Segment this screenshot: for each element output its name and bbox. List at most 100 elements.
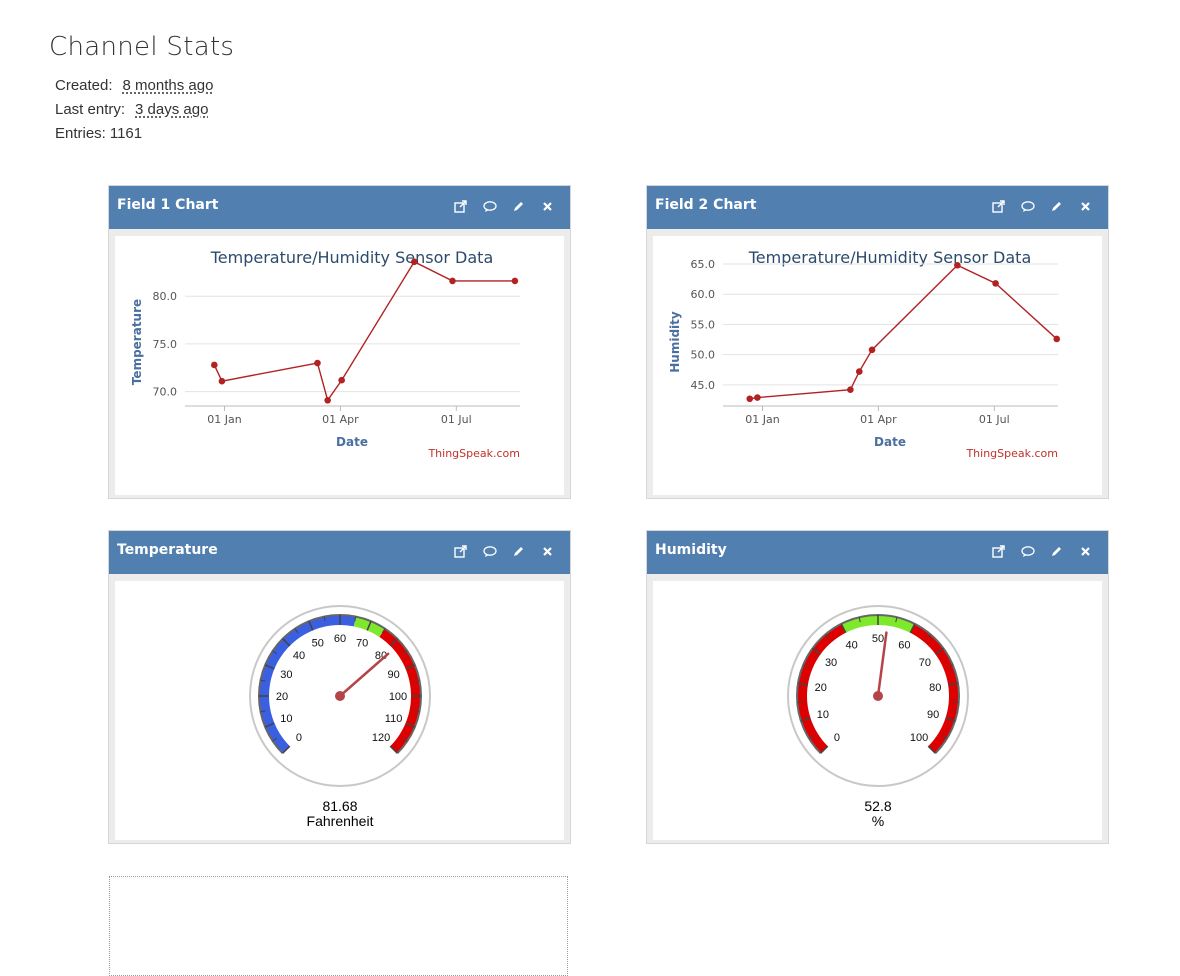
comment-icon[interactable] (481, 543, 498, 560)
data-point[interactable] (954, 262, 961, 269)
created-value: 8 months ago (123, 77, 214, 94)
x-tick-label: 01 Jan (745, 413, 779, 426)
last-entry-stat: Last entry: 3 days ago (55, 101, 208, 118)
close-icon[interactable] (539, 543, 556, 560)
chart-area: Temperature/Humidity Sensor Data70.075.0… (115, 236, 564, 495)
data-point[interactable] (746, 395, 753, 402)
data-point[interactable] (1053, 336, 1060, 343)
gauge-tick-label: 10 (280, 713, 292, 725)
series-line (750, 265, 1057, 399)
gauge-tick-label: 110 (385, 713, 403, 725)
x-tick-label: 01 Apr (860, 413, 897, 426)
last-entry-value: 3 days ago (135, 101, 208, 118)
chart-area: Temperature/Humidity Sensor Data45.050.0… (653, 236, 1102, 495)
close-icon[interactable] (1077, 543, 1094, 560)
data-point[interactable] (449, 278, 456, 285)
widget-title: Temperature (117, 542, 218, 558)
gauge-tick-label: 10 (817, 709, 829, 721)
widget-header: Field 2 Chart (647, 186, 1108, 229)
widget-actions (452, 543, 556, 560)
data-point[interactable] (324, 397, 331, 404)
gauge-tick-label: 0 (834, 732, 840, 744)
gauge-tick-label: 30 (280, 669, 292, 681)
entries-value: 1161 (110, 125, 142, 142)
gauge-tick-label: 120 (372, 732, 390, 744)
y-tick-label: 65.0 (691, 258, 716, 271)
pencil-icon[interactable] (1048, 198, 1065, 215)
data-point[interactable] (869, 347, 876, 354)
gauge-needle-hub (335, 691, 345, 701)
comment-icon[interactable] (1019, 543, 1036, 560)
gauge-tick-label: 100 (910, 732, 928, 744)
x-tick-label: 01 Apr (322, 413, 359, 426)
created-label: Created: (55, 77, 113, 94)
widget-actions (990, 543, 1094, 560)
gauge-tick-label: 0 (296, 732, 302, 744)
x-tick-label: 01 Jan (207, 413, 241, 426)
data-point[interactable] (856, 368, 863, 375)
y-tick-label: 60.0 (691, 288, 716, 301)
gauge-units: Fahrenheit (307, 813, 374, 829)
created-stat: Created: 8 months ago (55, 77, 213, 94)
widget-title: Field 1 Chart (117, 197, 218, 213)
widget-title: Humidity (655, 542, 727, 558)
field2-chart-widget: Field 2 Chart Temperature/Humidity Senso… (646, 185, 1109, 499)
gauge-needle-hub (873, 691, 883, 701)
temperature-gauge: 010203040506070809010011012081.68Fahrenh… (115, 581, 564, 840)
field1-line-chart: Temperature/Humidity Sensor Data70.075.0… (115, 236, 564, 495)
gauge-tick-label: 50 (872, 633, 884, 645)
external-link-icon[interactable] (990, 198, 1007, 215)
gauge-tick-label: 20 (815, 682, 827, 694)
y-axis-label: Temperature (130, 299, 144, 385)
data-point[interactable] (992, 280, 999, 287)
gauge-tick-label: 50 (312, 637, 324, 649)
close-icon[interactable] (1077, 198, 1094, 215)
data-point[interactable] (314, 360, 321, 367)
widget-actions (452, 198, 556, 215)
entries-stat: Entries:1161 (55, 125, 142, 142)
data-point[interactable] (338, 377, 345, 384)
empty-widget-slot (109, 876, 568, 976)
widget-header: Humidity (647, 531, 1108, 574)
x-tick-label: 01 Jul (441, 413, 472, 426)
data-point[interactable] (411, 259, 418, 266)
last-entry-label: Last entry: (55, 101, 125, 118)
temperature-gauge-widget: Temperature 0102030405060708090100110120… (108, 530, 571, 844)
y-tick-label: 50.0 (691, 349, 716, 362)
gauge-value: 81.68 (322, 798, 357, 814)
series-line (214, 262, 515, 400)
widget-actions (990, 198, 1094, 215)
chart-credit[interactable]: ThingSpeak.com (427, 447, 520, 460)
channel-stats-title: Channel Stats (49, 32, 234, 62)
data-point[interactable] (512, 278, 519, 285)
external-link-icon[interactable] (452, 543, 469, 560)
y-tick-label: 80.0 (153, 290, 178, 303)
comment-icon[interactable] (1019, 198, 1036, 215)
gauge-area: 010203040506070809010011012081.68Fahrenh… (115, 581, 564, 840)
y-tick-label: 55.0 (691, 318, 716, 331)
gauge-area: 010203040506070809010052.8% (653, 581, 1102, 840)
comment-icon[interactable] (481, 198, 498, 215)
pencil-icon[interactable] (510, 198, 527, 215)
y-tick-label: 70.0 (153, 386, 178, 399)
chart-credit[interactable]: ThingSpeak.com (965, 447, 1058, 460)
external-link-icon[interactable] (452, 198, 469, 215)
external-link-icon[interactable] (990, 543, 1007, 560)
data-point[interactable] (847, 386, 854, 393)
gauge-value: 52.8 (864, 798, 891, 814)
data-point[interactable] (211, 362, 218, 369)
entries-label: Entries: (55, 125, 106, 142)
gauge-tick-label: 60 (334, 633, 346, 645)
pencil-icon[interactable] (1048, 543, 1065, 560)
data-point[interactable] (219, 378, 226, 385)
field2-line-chart: Temperature/Humidity Sensor Data45.050.0… (653, 236, 1102, 495)
gauge-tick-label: 20 (276, 691, 288, 703)
close-icon[interactable] (539, 198, 556, 215)
y-tick-label: 45.0 (691, 379, 716, 392)
data-point[interactable] (754, 394, 761, 401)
widget-header: Field 1 Chart (109, 186, 570, 229)
y-axis-label: Humidity (668, 311, 682, 373)
pencil-icon[interactable] (510, 543, 527, 560)
x-axis-label: Date (874, 435, 906, 449)
humidity-gauge-widget: Humidity 010203040506070809010052.8% (646, 530, 1109, 844)
